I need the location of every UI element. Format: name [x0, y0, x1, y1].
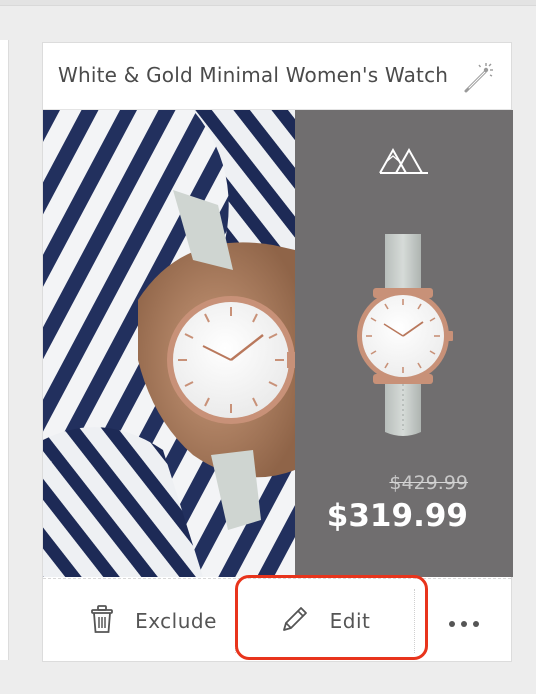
card-actions: Exclude Edit [43, 578, 511, 663]
exclude-button[interactable]: Exclude [63, 579, 243, 663]
lifestyle-photo [43, 110, 295, 577]
original-price: $429.99 [389, 472, 468, 494]
edit-button-label: Edit [329, 609, 371, 633]
pencil-icon [280, 604, 310, 639]
top-strip [0, 0, 536, 6]
adjacent-card-edge [0, 40, 9, 660]
sale-price: $319.99 [326, 498, 468, 534]
ad-preview: $429.99 $319.99 [43, 110, 513, 577]
product-card: White & Gold Minimal Women's Watch $429.… [42, 42, 513, 663]
exclude-button-label: Exclude [135, 609, 217, 633]
mountain-logo-icon [378, 144, 430, 176]
product-watch-image [351, 232, 455, 438]
magic-wand-icon[interactable] [461, 61, 495, 95]
edit-button[interactable]: Edit [235, 589, 415, 653]
more-dots-icon [448, 609, 480, 633]
trash-icon [89, 604, 115, 639]
product-panel: $429.99 $319.99 [295, 110, 513, 577]
card-title: White & Gold Minimal Women's Watch [58, 63, 449, 87]
card-header: White & Gold Minimal Women's Watch [43, 43, 511, 110]
bottom-strip [0, 664, 536, 694]
more-options-button[interactable] [435, 579, 493, 663]
